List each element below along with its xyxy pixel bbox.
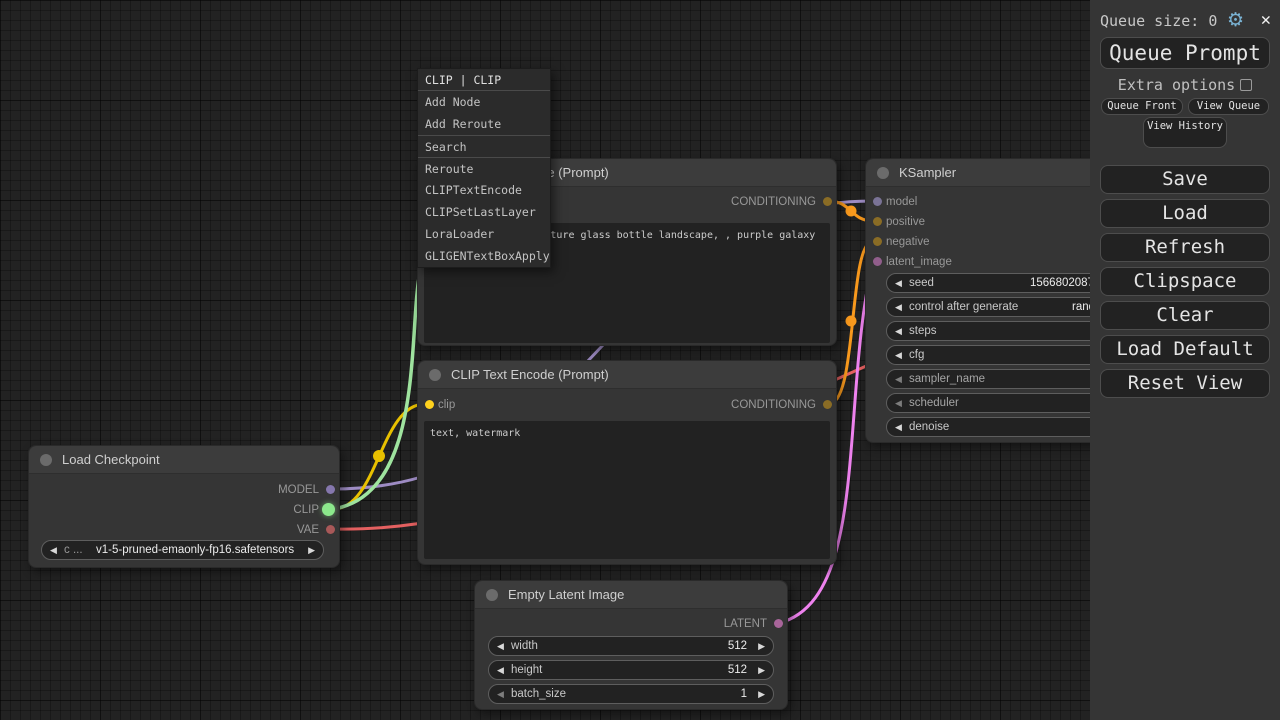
node-title-bar[interactable]: KSampler [866, 159, 1114, 187]
model-port-icon[interactable] [873, 197, 882, 206]
menu-item-gligentextboxapply[interactable]: GLIGENTextBoxApply [418, 245, 550, 267]
node-title: Load Checkpoint [62, 452, 160, 467]
widget-width[interactable]: ◀ width 512 ▶ [488, 636, 774, 656]
clipspace-button[interactable]: Clipspace [1100, 267, 1270, 296]
latent-port-icon[interactable] [774, 619, 783, 628]
arrow-left-icon[interactable]: ◀ [50, 541, 57, 559]
clip-port-icon[interactable] [322, 503, 335, 516]
refresh-button[interactable]: Refresh [1100, 233, 1270, 262]
menu-item-search[interactable]: Search [418, 135, 550, 157]
arrow-right-icon[interactable]: ▶ [758, 637, 765, 655]
input-negative: negative [886, 235, 929, 249]
collapse-dot-icon[interactable] [429, 369, 441, 381]
clip-port-icon[interactable] [425, 400, 434, 409]
conditioning-port-icon[interactable] [823, 197, 832, 206]
context-menu-title: CLIP | CLIP [418, 69, 550, 91]
widget-denoise[interactable]: ◀ denoise [886, 417, 1108, 437]
comfy-menu: Queue size: 0 ⚙ ✕ Queue Prompt Extra opt… [1090, 0, 1280, 720]
node-title: KSampler [899, 165, 956, 180]
arrow-left-icon[interactable]: ◀ [497, 685, 504, 703]
queue-size-label: Queue size: 0 [1100, 11, 1270, 31]
menu-item-clipsetlastlayer[interactable]: CLIPSetLastLayer [418, 201, 550, 223]
node-title-bar[interactable]: Empty Latent Image [475, 581, 787, 609]
node-ksampler[interactable]: KSampler model positive negative latent_… [865, 158, 1115, 443]
widget-control-after-generate[interactable]: ◀ control after generate randomize [886, 297, 1108, 317]
load-default-button[interactable]: Load Default [1100, 335, 1270, 364]
widget-steps[interactable]: ◀ steps [886, 321, 1108, 341]
extra-options-row: Extra options [1090, 76, 1280, 94]
reset-view-button[interactable]: Reset View [1100, 369, 1270, 398]
arrow-left-icon[interactable]: ◀ [497, 637, 504, 655]
graph-canvas[interactable]: CLIP Text Encode (Prompt) CONDITIONING b… [0, 0, 1280, 720]
menu-item-loraloader[interactable]: LoraLoader [418, 223, 550, 245]
node-title-bar[interactable]: Load Checkpoint [29, 446, 339, 474]
save-button[interactable]: Save [1100, 165, 1270, 194]
arrow-left-icon[interactable]: ◀ [895, 394, 902, 412]
widget-sampler-name[interactable]: ◀ sampler_name [886, 369, 1108, 389]
arrow-left-icon[interactable]: ◀ [895, 322, 902, 340]
menu-item-add-node[interactable]: Add Node [418, 91, 550, 113]
queue-prompt-button[interactable]: Queue Prompt [1100, 37, 1270, 69]
widget-scheduler[interactable]: ◀ scheduler [886, 393, 1108, 413]
collapse-dot-icon[interactable] [40, 454, 52, 466]
input-positive: positive [886, 215, 925, 229]
arrow-right-icon[interactable]: ▶ [758, 685, 765, 703]
input-latent-image: latent_image [886, 255, 952, 269]
arrow-left-icon[interactable]: ◀ [895, 298, 902, 316]
model-port-icon[interactable] [326, 485, 335, 494]
arrow-right-icon[interactable]: ▶ [758, 661, 765, 679]
input-clip: clip [438, 398, 455, 412]
view-history-button[interactable]: View History [1143, 117, 1227, 148]
output-vae: VAE [297, 523, 319, 537]
load-button[interactable]: Load [1100, 199, 1270, 228]
arrow-left-icon[interactable]: ◀ [895, 346, 902, 364]
widget-seed[interactable]: ◀ seed 1566802087 [886, 273, 1108, 293]
node-title: CLIP Text Encode (Prompt) [451, 367, 609, 382]
menu-item-reroute[interactable]: Reroute [418, 157, 550, 179]
widget-batch-size[interactable]: ◀ batch_size 1 ▶ [488, 684, 774, 704]
queue-front-button[interactable]: Queue Front [1101, 98, 1183, 115]
clear-button[interactable]: Clear [1100, 301, 1270, 330]
vae-port-icon[interactable] [326, 525, 335, 534]
wire-clip-middot [373, 450, 385, 462]
settings-gear-icon[interactable]: ⚙ [1227, 9, 1244, 31]
node-load-checkpoint[interactable]: Load Checkpoint MODEL CLIP VAE ◀ c ... v… [28, 445, 340, 568]
output-conditioning: CONDITIONING [731, 195, 816, 209]
conditioning-port-icon[interactable] [823, 400, 832, 409]
widget-ckpt-name[interactable]: ◀ c ... v1-5-pruned-emaonly-fp16.safeten… [41, 540, 324, 560]
wire-drag-link [333, 272, 420, 509]
arrow-left-icon[interactable]: ◀ [497, 661, 504, 679]
node-clip-text-encode-negative[interactable]: CLIP Text Encode (Prompt) clip CONDITION… [417, 360, 837, 565]
extra-options-label: Extra options [1118, 76, 1235, 94]
collapse-dot-icon[interactable] [877, 167, 889, 179]
widget-height[interactable]: ◀ height 512 ▶ [488, 660, 774, 680]
node-title: Empty Latent Image [508, 587, 624, 602]
conditioning-port-icon[interactable] [873, 217, 882, 226]
arrow-right-icon[interactable]: ▶ [308, 541, 315, 559]
widget-cfg[interactable]: ◀ cfg [886, 345, 1108, 365]
arrow-left-icon[interactable]: ◀ [895, 274, 902, 292]
output-conditioning: CONDITIONING [731, 398, 816, 412]
output-model: MODEL [278, 483, 319, 497]
conditioning-port-icon[interactable] [873, 237, 882, 246]
view-queue-button[interactable]: View Queue [1188, 98, 1269, 115]
menu-item-add-reroute[interactable]: Add Reroute [418, 113, 550, 135]
latent-port-icon[interactable] [873, 257, 882, 266]
close-icon[interactable]: ✕ [1261, 9, 1271, 31]
context-menu: CLIP | CLIP Add Node Add Reroute Search … [417, 68, 551, 268]
output-clip: CLIP [293, 503, 319, 517]
arrow-left-icon[interactable]: ◀ [895, 418, 902, 436]
prompt-textarea[interactable]: text, watermark [424, 421, 830, 559]
menu-item-cliptextencode[interactable]: CLIPTextEncode [418, 179, 550, 201]
node-title-bar[interactable]: CLIP Text Encode (Prompt) [418, 361, 836, 389]
collapse-dot-icon[interactable] [486, 589, 498, 601]
node-empty-latent-image[interactable]: Empty Latent Image LATENT ◀ width 512 ▶ … [474, 580, 788, 710]
wire-cond-middot-2 [846, 316, 857, 327]
wire-cond-middot-1 [846, 206, 857, 217]
input-model: model [886, 195, 917, 209]
output-latent: LATENT [724, 617, 767, 631]
arrow-left-icon[interactable]: ◀ [895, 370, 902, 388]
extra-options-checkbox[interactable] [1240, 79, 1252, 91]
